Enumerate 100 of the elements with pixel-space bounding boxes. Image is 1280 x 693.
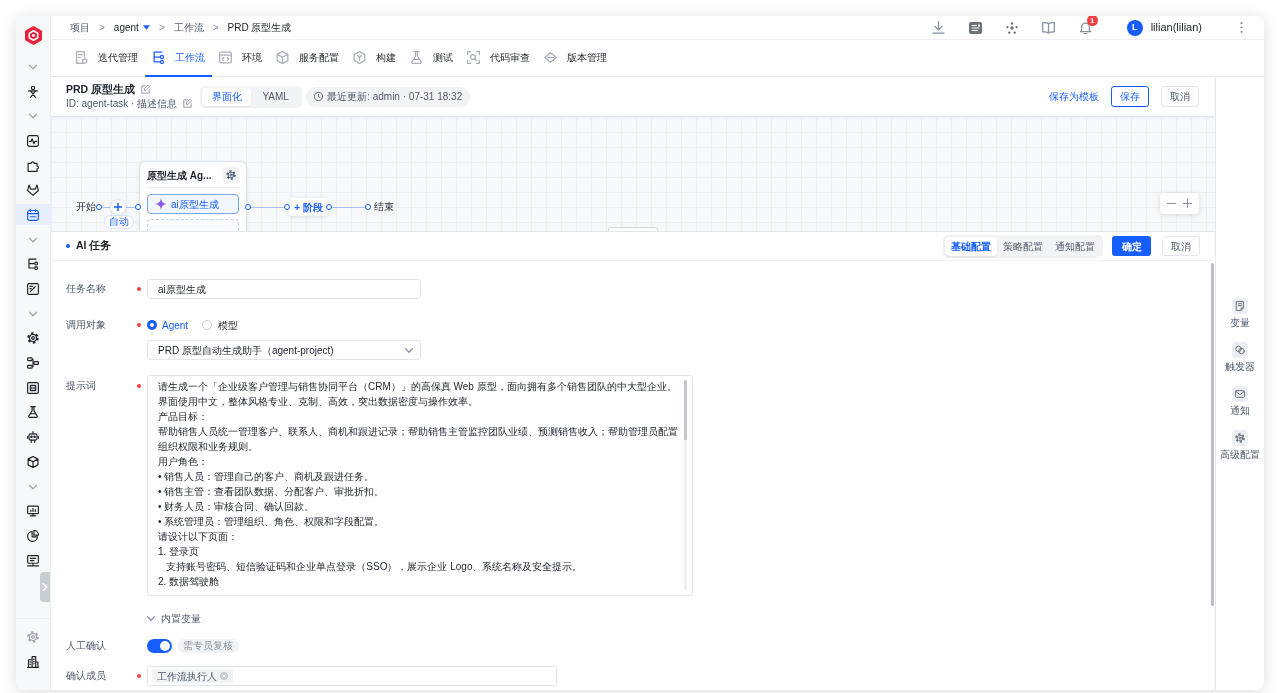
field-label: 人工确认 bbox=[66, 640, 106, 651]
workflow-title: PRD 原型生成 bbox=[66, 81, 136, 97]
field-label: 任务名称 bbox=[66, 283, 106, 294]
gear-icon bbox=[27, 332, 39, 345]
member-field[interactable]: 工作流执行人 bbox=[147, 666, 557, 686]
cube-icon bbox=[276, 51, 289, 64]
breadcrumb-link[interactable]: 项目 bbox=[70, 20, 90, 35]
side-tool-button[interactable]: 高级配置 bbox=[1220, 430, 1260, 461]
dots-cluster-icon[interactable] bbox=[1005, 21, 1018, 34]
cancel-button[interactable]: 取消 bbox=[1161, 86, 1199, 107]
add-stage-button[interactable]: + 阶段 bbox=[289, 198, 328, 216]
nav-tab[interactable]: 迭代管理 bbox=[68, 40, 145, 77]
start-label: 开始 bbox=[76, 201, 96, 213]
gear-icon bbox=[226, 170, 236, 180]
book-icon[interactable] bbox=[1041, 21, 1055, 34]
plus-icon bbox=[114, 203, 122, 211]
scrollbar-thumb[interactable] bbox=[684, 380, 687, 440]
more-vertical-icon[interactable] bbox=[1240, 22, 1243, 33]
mail-icon bbox=[1232, 386, 1248, 402]
connector-line bbox=[332, 207, 365, 208]
chevron-down-icon[interactable] bbox=[29, 112, 37, 121]
task-chip[interactable]: ai原型生成 bbox=[147, 194, 239, 214]
breadcrumb-dropdown[interactable]: agent bbox=[113, 20, 150, 35]
breadcrumb-separator: > bbox=[99, 21, 105, 35]
radio-option[interactable]: 模型 bbox=[202, 317, 239, 333]
cancel-button[interactable]: 取消 bbox=[1162, 236, 1200, 256]
breadcrumb-link[interactable]: 工作流 bbox=[173, 20, 204, 35]
chevron-down-icon[interactable] bbox=[29, 235, 37, 244]
chevron-right-icon bbox=[42, 583, 48, 591]
end-label: 结束 bbox=[374, 201, 394, 213]
user-avatar[interactable]: L bbox=[1126, 19, 1143, 36]
save-template-link[interactable]: 保存为模板 bbox=[1049, 89, 1099, 104]
side-tool-button[interactable]: 变量 bbox=[1230, 298, 1250, 329]
scrollbar-track[interactable] bbox=[684, 380, 687, 590]
connector-line bbox=[126, 207, 136, 208]
radio-icon[interactable] bbox=[147, 320, 157, 330]
bell-icon[interactable] bbox=[1078, 21, 1092, 34]
chevron-down-icon[interactable] bbox=[29, 309, 37, 318]
pie-chart-icon bbox=[27, 529, 39, 542]
member-tag[interactable]: 工作流执行人 bbox=[152, 669, 233, 683]
config-tab[interactable]: 策略配置 bbox=[997, 236, 1049, 256]
side-tool-button[interactable]: 触发器 bbox=[1225, 342, 1255, 373]
view-tab[interactable]: 界面化 bbox=[202, 87, 252, 106]
field-label: 提示词 bbox=[66, 380, 96, 391]
side-tool-button[interactable]: 通知 bbox=[1230, 386, 1250, 417]
chevron-down-icon[interactable] bbox=[29, 62, 37, 71]
code-window-icon bbox=[219, 51, 232, 64]
user-name[interactable]: lilian(lilian) bbox=[1150, 19, 1202, 36]
clock-icon bbox=[314, 92, 324, 101]
workflow-subtitle: ID: agent-task · 描述信息 bbox=[66, 97, 178, 111]
toggle-switch[interactable] bbox=[147, 639, 172, 653]
puzzle-piece-icon bbox=[27, 159, 39, 172]
hexagon-icon bbox=[353, 51, 366, 64]
presentation-icon bbox=[27, 554, 39, 567]
document-icon bbox=[1232, 298, 1248, 314]
stage-settings-button[interactable] bbox=[223, 167, 239, 183]
nav-tab[interactable]: 代码审查 bbox=[460, 40, 537, 77]
last-updated-text: 最近更新: admin · 07-31 18:32 bbox=[327, 90, 463, 104]
nav-tab[interactable]: 版本管理 bbox=[537, 40, 614, 77]
link-icon bbox=[1232, 342, 1248, 358]
nav-tab[interactable]: 构建 bbox=[346, 40, 403, 77]
input-field[interactable]: ai原型生成 bbox=[147, 279, 421, 299]
breadcrumb-separator: > bbox=[158, 21, 165, 35]
nav-tab[interactable]: 测试 bbox=[403, 40, 460, 77]
confirm-button[interactable]: 确定 bbox=[1112, 236, 1151, 256]
connector-line bbox=[102, 207, 110, 208]
hexagon-logo-icon[interactable] bbox=[23, 25, 43, 45]
connector-line bbox=[251, 207, 284, 208]
select-field[interactable]: PRD 原型自动生成助手（agent-project) bbox=[147, 340, 421, 360]
save-button[interactable]: 保存 bbox=[1111, 86, 1149, 107]
nav-tab[interactable]: 服务配置 bbox=[269, 40, 346, 77]
flask-icon bbox=[27, 406, 39, 419]
settings-icon[interactable] bbox=[27, 630, 39, 643]
plus-icon[interactable] bbox=[1182, 199, 1192, 208]
fox-head-icon bbox=[27, 184, 39, 197]
prompt-field[interactable]: 请生成一个「企业级客户管理与销售协同平台（CRM）」的高保真 Web 原型，面向拥有多个销售团队的中大型企业。界面使用中文，整体风格专业、克制、高效，突出数据密度与操作效率。 产品目标： 帮助销售人员统一管理客户、联系人、商机和跟进记录；帮助销售主管监控团队业绩、预测销售收入；帮助管理员配置组织权限和业务规则。 用户角色： • 销售人员：管理自己的客户、商机及跟进任务。 • 销售主管：查看团队数据、分配客户、审批折扣。 • 财务人员：审核合同、确认回款。 • 系统管理员：管理组织、角色、权限和字段配置。 请设计以下页面： 1. 登录页 支持账号密码、短信验证码和企业单点登录（SSO），展示企业 Logo、系统名称及安全提示。 2. 数据驾驶舱 bbox=[147, 375, 693, 596]
nav-tab[interactable]: 工作流 bbox=[145, 40, 212, 77]
building-icon[interactable] bbox=[27, 655, 39, 668]
trigger-tag[interactable]: 自动 bbox=[104, 215, 134, 229]
resize-handle[interactable] bbox=[608, 227, 658, 231]
nav-tab[interactable]: 环境 bbox=[212, 40, 269, 77]
notification-badge: 1 bbox=[1086, 16, 1098, 26]
monitor-icon bbox=[27, 505, 39, 518]
breadcrumb-current: PRD 原型生成 bbox=[227, 21, 292, 35]
config-tab[interactable]: 基础配置 bbox=[945, 236, 997, 256]
flow-icon bbox=[27, 357, 39, 370]
view-tab[interactable]: YAML bbox=[251, 87, 301, 106]
text-tile-icon[interactable] bbox=[968, 21, 982, 34]
section-toggle[interactable]: 内置变量 bbox=[147, 610, 201, 626]
gear-icon bbox=[1232, 430, 1248, 446]
field-label: 调用对象 bbox=[66, 319, 106, 330]
scrollbar-thumb[interactable] bbox=[1211, 263, 1214, 606]
edit-icon[interactable] bbox=[183, 99, 193, 108]
figure-icon bbox=[27, 85, 39, 98]
config-tab[interactable]: 通知配置 bbox=[1049, 236, 1101, 256]
add-trigger-button[interactable] bbox=[110, 199, 126, 215]
edit-icon[interactable] bbox=[141, 85, 151, 94]
download-icon[interactable] bbox=[931, 21, 945, 34]
chevron-down-icon[interactable] bbox=[29, 482, 37, 491]
radio-option[interactable]: Agent bbox=[147, 317, 189, 333]
